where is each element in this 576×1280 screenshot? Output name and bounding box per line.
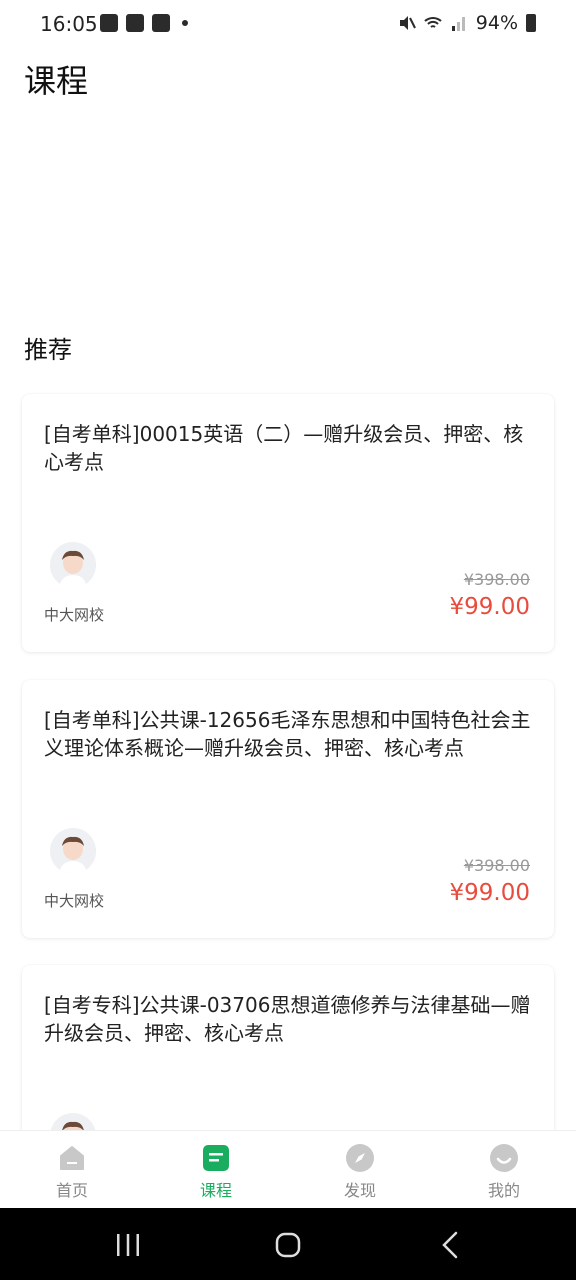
course-title: [自考专科]公共课-03706思想道德修养与法律基础—赠升级会员、押密、核心考点 bbox=[44, 993, 531, 1045]
tab-discover[interactable]: 发现 bbox=[320, 1143, 400, 1201]
signal-icon bbox=[451, 17, 465, 31]
battery-icon bbox=[526, 14, 536, 32]
avatar bbox=[50, 828, 96, 874]
home-button-icon[interactable] bbox=[268, 1230, 308, 1260]
gallery-icon bbox=[100, 14, 118, 32]
course-card[interactable]: [自考单科]公共课-12656毛泽东思想和中国特色社会主义理论体系概论—赠升级会… bbox=[22, 680, 554, 938]
sale-price: ¥99.00 bbox=[449, 880, 530, 906]
bus-icon bbox=[126, 14, 144, 32]
tab-label: 发现 bbox=[343, 1181, 376, 1200]
wifi-icon bbox=[424, 17, 442, 28]
original-price: ¥398.00 bbox=[463, 570, 530, 589]
compass-icon bbox=[346, 1144, 374, 1172]
back-icon[interactable] bbox=[430, 1230, 470, 1260]
teacher-avatar-icon bbox=[50, 542, 96, 588]
status-time: 16:05 bbox=[40, 12, 98, 36]
school-name: 中大网校 bbox=[44, 606, 105, 624]
notification-icons bbox=[100, 14, 188, 32]
course-icon bbox=[203, 1145, 229, 1171]
page-title: 课程 bbox=[24, 62, 89, 100]
home-icon bbox=[60, 1146, 84, 1170]
check-icon bbox=[152, 14, 170, 32]
section-title-recommended: 推荐 bbox=[24, 336, 72, 364]
profile-icon bbox=[490, 1144, 518, 1172]
battery-percent: 94% bbox=[475, 12, 518, 34]
school-name: 中大网校 bbox=[44, 892, 105, 910]
avatar bbox=[50, 542, 96, 588]
course-title: [自考单科]00015英语（二）—赠升级会员、押密、核心考点 bbox=[44, 422, 524, 474]
tab-label: 我的 bbox=[487, 1181, 520, 1200]
tab-label: 首页 bbox=[55, 1181, 88, 1200]
sale-price: ¥99.00 bbox=[449, 594, 530, 620]
tab-home[interactable]: 首页 bbox=[32, 1143, 112, 1201]
tab-courses[interactable]: 课程 bbox=[176, 1143, 256, 1201]
system-navigation-bar bbox=[0, 1208, 576, 1280]
original-price: ¥398.00 bbox=[463, 856, 530, 875]
system-icons: 94% bbox=[398, 12, 536, 34]
bottom-tab-bar: 首页 课程 发现 我的 bbox=[0, 1130, 576, 1209]
more-notifications-icon bbox=[182, 20, 188, 26]
recent-apps-icon[interactable] bbox=[108, 1230, 148, 1260]
course-card[interactable]: [自考单科]00015英语（二）—赠升级会员、押密、核心考点 中大网校 ¥398… bbox=[22, 394, 554, 652]
tab-label: 课程 bbox=[199, 1181, 232, 1200]
teacher-avatar-icon bbox=[50, 828, 96, 874]
status-bar: 16:05 94% bbox=[0, 0, 576, 48]
tab-profile[interactable]: 我的 bbox=[464, 1143, 544, 1201]
mute-icon bbox=[399, 16, 416, 30]
course-title: [自考单科]公共课-12656毛泽东思想和中国特色社会主义理论体系概论—赠升级会… bbox=[44, 708, 531, 760]
